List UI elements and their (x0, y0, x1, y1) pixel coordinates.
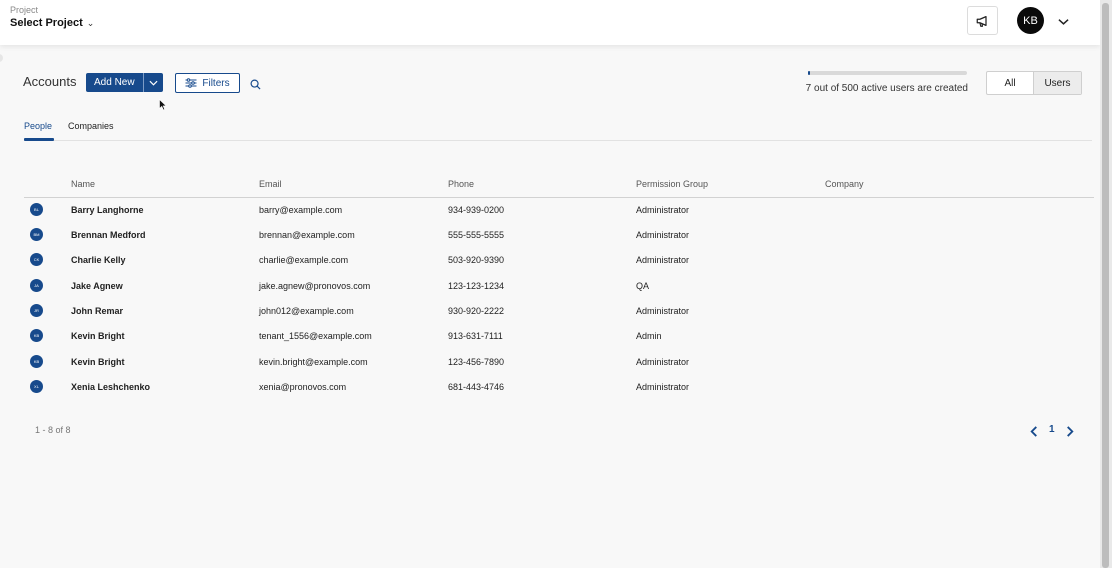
cell-name: Barry Langhorne (71, 205, 144, 215)
tabs-divider (24, 140, 1092, 141)
tab-people[interactable]: People (24, 121, 52, 131)
cell-email: barry@example.com (259, 205, 343, 215)
page-scrollbar-thumb[interactable] (1102, 3, 1109, 568)
chevron-left-icon (1030, 426, 1037, 437)
avatar: BL (30, 203, 43, 216)
cell-phone: 503-920-9390 (448, 255, 505, 265)
cell-name: Xenia Leshchenko (71, 382, 151, 392)
cell-email: kevin.bright@example.com (259, 357, 368, 367)
avatar: BM (30, 228, 43, 241)
mouse-cursor-icon (159, 98, 167, 116)
table-row[interactable]: BL Barry Langhorne barry@example.com 934… (24, 198, 1092, 223)
cell-phone: 681-443-4746 (448, 382, 505, 392)
cell-permission-group: Administrator (636, 357, 690, 367)
cell-permission-group: Administrator (636, 382, 690, 392)
project-selector[interactable]: Select Project ⌄ (10, 17, 94, 29)
user-usage-progress (808, 71, 967, 75)
column-header-email[interactable]: Email (259, 179, 282, 189)
project-label: Project (10, 5, 39, 15)
table-row[interactable]: KB Kevin Bright kevin.bright@example.com… (24, 350, 1092, 375)
column-header-phone[interactable]: Phone (448, 179, 474, 189)
next-page-button[interactable] (1066, 424, 1074, 442)
add-new-dropdown-button[interactable] (144, 73, 163, 92)
column-header-permission-group[interactable]: Permission Group (636, 179, 708, 189)
cell-phone: 123-456-7890 (448, 357, 505, 367)
top-header: Project Select Project ⌄ KB (0, 0, 1100, 45)
sidebar-collapse-handle[interactable] (0, 54, 3, 62)
search-button[interactable] (250, 77, 261, 95)
cell-name: Kevin Bright (71, 331, 125, 341)
cell-phone: 930-920-2222 (448, 306, 505, 316)
cell-name: Charlie Kelly (71, 255, 126, 265)
toggle-all[interactable]: All (987, 72, 1034, 94)
filters-label: Filters (202, 77, 230, 89)
cell-name: John Remar (71, 306, 124, 316)
page-number-button[interactable]: 1 (1049, 424, 1055, 435)
table-row[interactable]: BM Brennan Medford brennan@example.com 5… (24, 223, 1092, 248)
table-row[interactable]: JR John Remar john012@example.com 930-92… (24, 299, 1092, 324)
chevron-right-icon (1067, 426, 1074, 437)
cell-email: xenia@pronovos.com (259, 382, 347, 392)
table-row[interactable]: JA Jake Agnew jake.agnew@pronovos.com 12… (24, 274, 1092, 299)
column-header-name[interactable]: Name (71, 179, 95, 189)
megaphone-icon (976, 15, 987, 27)
cell-email: jake.agnew@pronovos.com (259, 281, 371, 291)
user-usage-progress-fill (808, 71, 811, 75)
search-icon (250, 79, 261, 90)
add-new-split-button: Add New (86, 73, 163, 92)
cell-email: charlie@example.com (259, 255, 349, 265)
add-new-button[interactable]: Add New (86, 73, 144, 92)
filters-button[interactable]: Filters (175, 73, 240, 93)
cell-permission-group: Administrator (636, 255, 690, 265)
cell-name: Jake Agnew (71, 281, 123, 291)
cell-email: brennan@example.com (259, 230, 355, 240)
tab-companies[interactable]: Companies (68, 121, 114, 131)
pagination-range: 1 - 8 of 8 (35, 425, 71, 435)
cell-phone: 123-123-1234 (448, 281, 505, 291)
table-row[interactable]: KB Kevin Bright tenant_1556@example.com … (24, 324, 1092, 349)
user-avatar[interactable]: KB (1017, 7, 1044, 34)
user-usage-text: 7 out of 500 active users are created (805, 83, 968, 94)
avatar: JA (30, 279, 43, 292)
cell-phone: 913-631-7111 (448, 331, 503, 341)
page-title: Accounts (23, 74, 77, 89)
avatar: XL (30, 380, 43, 393)
cell-name: Brennan Medford (71, 230, 146, 240)
cell-email: tenant_1556@example.com (259, 331, 372, 341)
chevron-down-icon (149, 80, 158, 86)
column-header-company[interactable]: Company (825, 179, 864, 189)
avatar: CK (30, 253, 43, 266)
chevron-down-icon: ⌄ (86, 18, 95, 28)
avatar: JR (30, 304, 43, 317)
previous-page-button[interactable] (1030, 424, 1038, 442)
cell-permission-group: Administrator (636, 205, 690, 215)
cell-permission-group: Administrator (636, 230, 690, 240)
table-row[interactable]: XL Xenia Leshchenko xenia@pronovos.com 6… (24, 375, 1092, 400)
project-selector-label: Select Project (10, 17, 83, 29)
cell-phone: 934-939-0200 (448, 205, 505, 215)
user-type-toggle: All Users (986, 71, 1082, 95)
cell-permission-group: Administrator (636, 306, 690, 316)
cell-name: Kevin Bright (71, 357, 125, 367)
cell-phone: 555-555-5555 (448, 230, 505, 240)
announcements-button[interactable] (967, 6, 998, 35)
avatar: KB (30, 355, 43, 368)
cell-email: john012@example.com (259, 306, 354, 316)
cell-permission-group: Admin (636, 331, 662, 341)
user-menu-chevron-icon[interactable] (1058, 13, 1069, 31)
active-tab-indicator (24, 138, 54, 141)
cell-permission-group: QA (636, 281, 650, 291)
avatar: KB (30, 329, 43, 342)
toggle-users[interactable]: Users (1034, 72, 1081, 94)
table-row[interactable]: CK Charlie Kelly charlie@example.com 503… (24, 248, 1092, 273)
sliders-icon (185, 78, 197, 88)
